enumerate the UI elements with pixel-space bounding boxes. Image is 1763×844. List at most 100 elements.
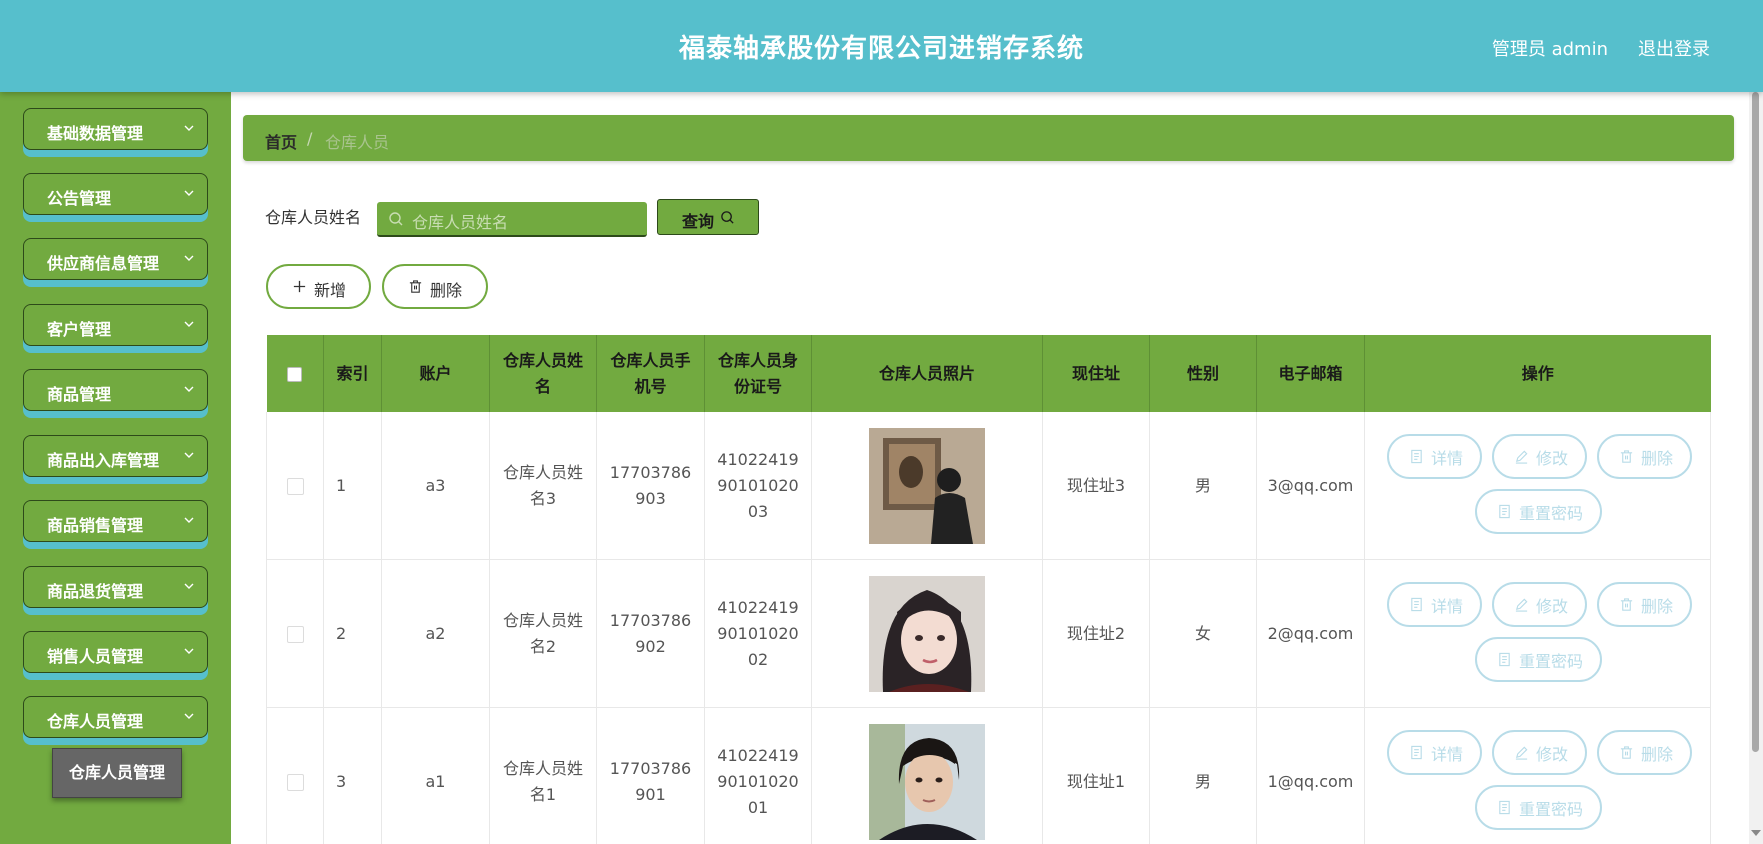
trash-icon: [1620, 450, 1633, 463]
sidebar-item-label: 销售人员管理: [47, 647, 144, 666]
delete-button-label: 删除: [1641, 449, 1674, 468]
detail-button-label: 详情: [1431, 597, 1464, 616]
row-checkbox[interactable]: [286, 477, 304, 495]
sidebar-item-goods-inout[interactable]: 商品出入库管理: [23, 435, 208, 477]
row-checkbox[interactable]: [286, 625, 304, 643]
staff-photo[interactable]: [869, 723, 985, 840]
breadcrumb: 首页 / 仓库人员: [243, 115, 1734, 161]
add-button-label: 新增: [314, 281, 347, 300]
edit-icon: [1515, 598, 1528, 612]
select-all-cell: [266, 335, 324, 412]
cell-gender: 男: [1149, 707, 1257, 844]
edit-button-label: 修改: [1536, 597, 1569, 616]
add-button[interactable]: 新增: [266, 264, 371, 309]
search-icon: [721, 211, 734, 224]
delete-button-label: 删除: [1641, 745, 1674, 764]
breadcrumb-current: 仓库人员: [325, 133, 390, 152]
cell-index: 3: [323, 707, 382, 844]
sidebar-item-supplier[interactable]: 供应商信息管理: [23, 238, 208, 280]
sidebar: 基础数据管理 公告管理 供应商信息管理 客户管理 商品管理 商品出入库管理 商品…: [0, 92, 231, 844]
batch-delete-button[interactable]: 删除: [382, 264, 488, 309]
sidebar-item-notice[interactable]: 公告管理: [23, 173, 208, 215]
sidebar-item-label: 基础数据管理: [47, 124, 144, 143]
scrollbar-thumb[interactable]: [1752, 92, 1759, 752]
cell-phone: 17703786902: [596, 559, 705, 708]
edit-icon: [1515, 746, 1528, 760]
query-button[interactable]: 查询: [657, 199, 759, 235]
delete-button[interactable]: 删除: [1597, 730, 1692, 775]
sidebar-item-label: 商品出入库管理: [47, 451, 160, 470]
reset-password-button-label: 重置密码: [1519, 504, 1584, 523]
batch-delete-button-label: 删除: [430, 281, 463, 300]
cell-account: a2: [381, 559, 490, 708]
page-scrollbar[interactable]: [1749, 92, 1763, 844]
row-checkbox[interactable]: [286, 773, 304, 791]
detail-button[interactable]: 详情: [1387, 730, 1482, 775]
detail-button[interactable]: 详情: [1387, 434, 1482, 479]
staff-photo[interactable]: [869, 575, 985, 692]
submenu-warehouse-staff[interactable]: 仓库人员管理: [52, 748, 182, 798]
cell-idcard: 410224199010102001: [704, 707, 812, 844]
trash-icon: [1620, 746, 1633, 759]
breadcrumb-separator: /: [307, 129, 313, 148]
document-icon: [1499, 800, 1510, 815]
cell-email: 1@qq.com: [1256, 707, 1365, 844]
sidebar-item-goods-sales[interactable]: 商品销售管理: [23, 500, 208, 542]
sidebar-item-label: 商品管理: [47, 385, 112, 404]
reset-password-button[interactable]: 重置密码: [1475, 489, 1602, 534]
search-label: 仓库人员姓名: [265, 208, 362, 227]
col-phone: 仓库人员手机号: [596, 335, 705, 412]
cell-ops: 详情 修改 删除 重置密码: [1364, 559, 1711, 708]
col-name: 仓库人员姓名: [489, 335, 597, 412]
reset-password-button[interactable]: 重置密码: [1475, 637, 1602, 682]
sidebar-item-warehouse-staff[interactable]: 仓库人员管理: [23, 696, 208, 738]
edit-button-label: 修改: [1536, 745, 1569, 764]
breadcrumb-home[interactable]: 首页: [265, 129, 297, 153]
trash-icon: [409, 280, 422, 293]
cell-email: 2@qq.com: [1256, 559, 1365, 708]
logout-link[interactable]: 退出登录: [1638, 35, 1710, 61]
row-select-cell: [266, 559, 324, 708]
scroll-down-arrow-icon[interactable]: [1751, 830, 1761, 836]
cell-idcard: 410224199010102003: [704, 412, 812, 560]
top-header: 福泰轴承股份有限公司进销存系统 管理员 admin 退出登录: [0, 0, 1763, 92]
sidebar-item-salesperson[interactable]: 销售人员管理: [23, 631, 208, 673]
cell-account: a3: [381, 412, 490, 560]
cell-photo: [811, 707, 1043, 844]
cell-address: 现住址2: [1042, 559, 1150, 708]
sidebar-item-goods[interactable]: 商品管理: [23, 369, 208, 411]
edit-button[interactable]: 修改: [1492, 582, 1587, 627]
chevron-down-icon: [184, 321, 194, 327]
search-icon: [389, 212, 403, 226]
detail-button-label: 详情: [1431, 745, 1464, 764]
cell-phone: 17703786901: [596, 707, 705, 844]
document-icon: [1411, 597, 1422, 612]
select-all-checkbox[interactable]: [287, 366, 303, 382]
row-select-cell: [266, 412, 324, 560]
plus-icon: [293, 280, 306, 293]
trash-icon: [1620, 598, 1633, 611]
cell-name: 仓库人员姓名2: [489, 559, 597, 708]
col-ops: 操作: [1364, 335, 1711, 412]
edit-button[interactable]: 修改: [1492, 434, 1587, 479]
sidebar-item-goods-return[interactable]: 商品退货管理: [23, 566, 208, 608]
search-input[interactable]: 仓库人员姓名: [377, 202, 647, 237]
sidebar-item-label: 供应商信息管理: [47, 254, 160, 273]
cell-email: 3@qq.com: [1256, 412, 1365, 560]
document-icon: [1411, 745, 1422, 760]
reset-password-button-label: 重置密码: [1519, 652, 1584, 671]
delete-button[interactable]: 删除: [1597, 434, 1692, 479]
sidebar-item-basic-data[interactable]: 基础数据管理: [23, 108, 208, 150]
sidebar-item-customer[interactable]: 客户管理: [23, 304, 208, 346]
cell-phone: 17703786903: [596, 412, 705, 560]
delete-button[interactable]: 删除: [1597, 582, 1692, 627]
reset-password-button[interactable]: 重置密码: [1475, 785, 1602, 830]
detail-button[interactable]: 详情: [1387, 582, 1482, 627]
cell-gender: 男: [1149, 412, 1257, 560]
cell-address: 现住址3: [1042, 412, 1150, 560]
staff-photo[interactable]: [869, 427, 985, 544]
cell-name: 仓库人员姓名1: [489, 707, 597, 844]
table-row: 1 a3 仓库人员姓名3 17703786903 410224199010102…: [266, 412, 1711, 560]
edit-button[interactable]: 修改: [1492, 730, 1587, 775]
sidebar-item-label: 客户管理: [47, 320, 112, 339]
